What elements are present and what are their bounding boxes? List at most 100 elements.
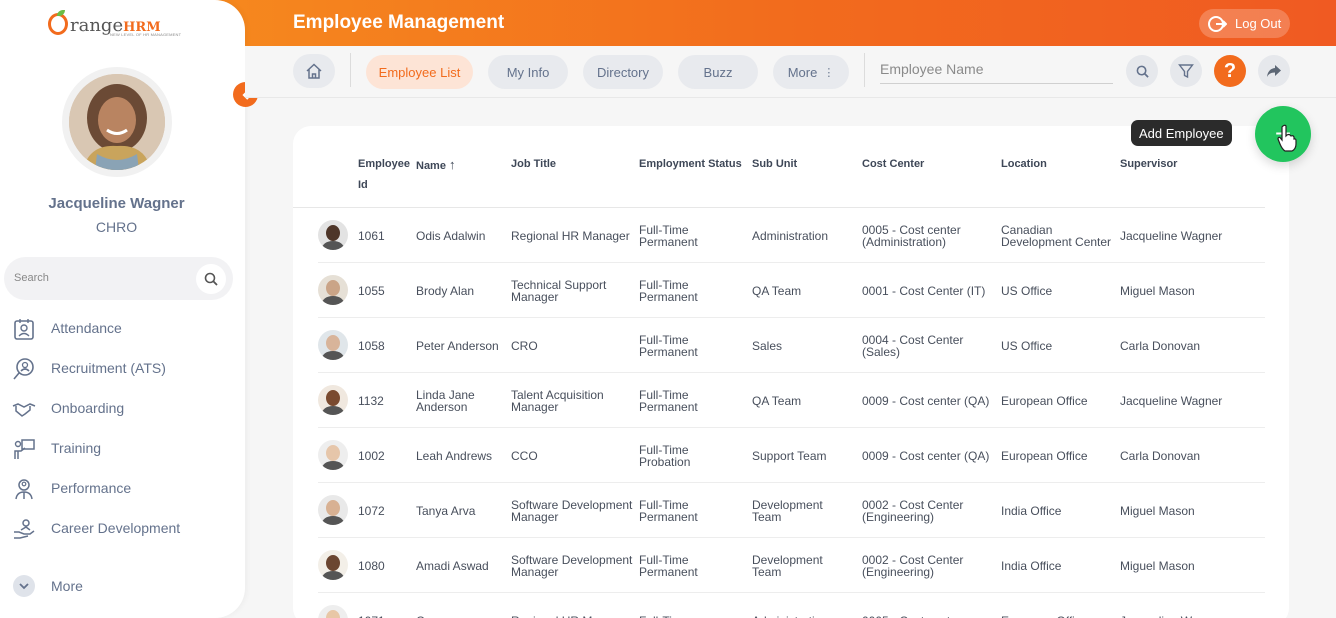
column-header-cost-center[interactable]: Cost Center: [862, 154, 924, 175]
cell-job: Technical Support Manager: [511, 278, 607, 304]
sidebar-item-attendance[interactable]: Attendance: [0, 308, 245, 348]
cell-supervisor: Jacqueline Wagner: [1120, 229, 1223, 243]
cell-unit: QA Team: [752, 284, 802, 298]
cell-supervisor: Carla Donovan: [1120, 339, 1201, 353]
add-employee-tooltip: Add Employee: [1131, 120, 1232, 146]
sidebar-item-career-development[interactable]: Career Development: [0, 508, 245, 548]
column-header-supervisor[interactable]: Supervisor: [1120, 154, 1177, 175]
page-title: Employee Management: [293, 12, 505, 33]
table-row[interactable]: 1055 Brody Alan Technical Support Manager F…: [318, 263, 1265, 318]
employee-avatar: [318, 330, 348, 360]
logout-button[interactable]: Log Out: [1199, 9, 1290, 38]
cell-status: Full-Time Permanent: [639, 278, 698, 304]
performance-icon: [15, 479, 33, 500]
employee-avatar: [318, 495, 348, 525]
cell-id: 1080: [358, 559, 385, 573]
table-row[interactable]: 1061 Odis Adalwin Regional HR Manager Full-…: [318, 208, 1265, 263]
table-row[interactable]: 1132 Linda Jane Anderson Talent Acquisitio…: [318, 373, 1265, 428]
cell-status: Full-Time Permanent: [639, 498, 698, 524]
cell-job: Software Development Manager: [511, 553, 633, 579]
hand-cursor-icon: [1277, 124, 1297, 152]
sidebar-item-performance[interactable]: Performance: [0, 468, 245, 508]
table-row[interactable]: 1080 Amadi Aswad Software Development Mana…: [318, 538, 1265, 593]
sort-arrow-icon[interactable]: ↑: [449, 157, 456, 172]
sidebar: rangeHRM NEW LEVEL OF HR MANAGEMENT Jacq…: [0, 0, 245, 618]
cell-name: Peter Anderson: [416, 339, 499, 353]
sidebar-item-recruitment[interactable]: Recruitment (ATS): [0, 348, 245, 388]
orangehrm-logo[interactable]: rangeHRM NEW LEVEL OF HR MANAGEMENT: [48, 10, 188, 40]
sidebar-item-label: Career Development: [51, 520, 181, 536]
question-icon: ?: [1223, 59, 1237, 82]
help-button[interactable]: ?: [1214, 55, 1246, 87]
search-button[interactable]: [1126, 55, 1158, 87]
column-header-location[interactable]: Location: [1001, 154, 1047, 175]
divider: [864, 53, 865, 87]
tab-buzz[interactable]: Buzz: [678, 55, 758, 89]
employee-name-input[interactable]: [880, 56, 1113, 82]
cell-name: Leah Andrews: [416, 449, 493, 463]
cell-id: 1132: [358, 394, 384, 408]
sidebar-more[interactable]: More: [0, 568, 245, 602]
tab-more[interactable]: More ⋮: [773, 55, 849, 89]
cell-supervisor: Carla Donovan: [1120, 449, 1201, 463]
column-header-name[interactable]: Name ↑: [416, 154, 456, 177]
cell-job: CRO: [511, 339, 538, 353]
tab-employee-list[interactable]: Employee List: [366, 55, 473, 89]
table-row[interactable]: 1072 Tanya Arva Software Development Manag…: [318, 483, 1265, 538]
cell-id: 1002: [358, 449, 385, 463]
search-icon: [1136, 65, 1149, 78]
handshake-icon: [12, 403, 36, 417]
sidebar-item-label: Performance: [51, 480, 132, 496]
column-header-employee-id[interactable]: Employee Id: [358, 154, 410, 196]
employee-avatar: [318, 220, 348, 250]
avatar[interactable]: [62, 67, 172, 177]
cell-id: 1072: [358, 504, 385, 518]
sidebar-search-input[interactable]: [14, 269, 184, 287]
chevron-down-icon: [13, 575, 35, 597]
cell-job: Talent Acquisition Manager: [511, 388, 604, 414]
column-header-employment-status[interactable]: Employment Status: [639, 154, 742, 175]
table-row[interactable]: 1058 Peter Anderson CRO Full-Time Permanent…: [318, 318, 1265, 373]
cell-supervisor: Miguel Mason: [1120, 504, 1195, 518]
cell-id: 1055: [358, 284, 385, 298]
home-button[interactable]: [293, 54, 335, 88]
cell-job: CCO: [511, 449, 538, 463]
cell-name: Tanya Arva: [416, 504, 476, 518]
employee-avatar: [318, 275, 348, 305]
cell-unit: Administration: [752, 229, 829, 243]
cell-unit: Sales: [752, 339, 783, 353]
sidebar-item-onboarding[interactable]: Onboarding: [0, 388, 245, 428]
cell-status: Full-Time Permanent: [639, 388, 698, 414]
kebab-icon: ⋮: [823, 66, 835, 79]
cell-id: 1058: [358, 339, 385, 353]
cell-status: Full-Time Permanent: [639, 553, 698, 579]
cell-job: Regional HR Manager: [511, 229, 630, 243]
table-header: Employee Id Name ↑ Job Title Employment …: [293, 126, 1265, 208]
column-header-sub-unit[interactable]: Sub Unit: [752, 154, 797, 175]
logout-icon: [1208, 15, 1227, 32]
cell-supervisor: Miguel Mason: [1120, 284, 1195, 298]
cell-unit: Development Team: [752, 498, 823, 524]
filter-button[interactable]: [1170, 55, 1202, 87]
sidebar-search-button[interactable]: [196, 264, 226, 294]
employee-avatar: [318, 385, 348, 415]
employee-table-card: Employee Id Name ↑ Job Title Employment …: [293, 126, 1289, 618]
sidebar-item-training[interactable]: Training: [0, 428, 245, 468]
cell-cost: 0001 - Cost Center (IT): [862, 284, 986, 298]
table-row[interactable]: 1071CeceRegional HR ManagerFull-TimeAdmi…: [318, 593, 1265, 618]
column-header-job-title[interactable]: Job Title: [511, 154, 556, 175]
module-nav: Employee List My Info Directory Buzz Mor…: [245, 46, 1336, 98]
app-root: Employee Management Log Out rangeHRM NEW…: [0, 0, 1336, 618]
cell-location: India Office: [1001, 559, 1062, 573]
cell-location: Canadian Development Center: [1001, 223, 1112, 249]
tab-directory[interactable]: Directory: [583, 55, 663, 89]
employee-avatar: [318, 550, 348, 580]
cell-location: European Office: [1001, 449, 1088, 463]
cell-supervisor: Jacqueline Wagner: [1120, 394, 1223, 408]
tab-my-info[interactable]: My Info: [488, 55, 568, 89]
cell-location: India Office: [1001, 504, 1062, 518]
table-row[interactable]: 1002 Leah Andrews CCO Full-Time Probation Su…: [318, 428, 1265, 483]
attendance-icon: [14, 319, 34, 340]
share-button[interactable]: [1258, 55, 1290, 87]
cell-location: US Office: [1001, 284, 1053, 298]
